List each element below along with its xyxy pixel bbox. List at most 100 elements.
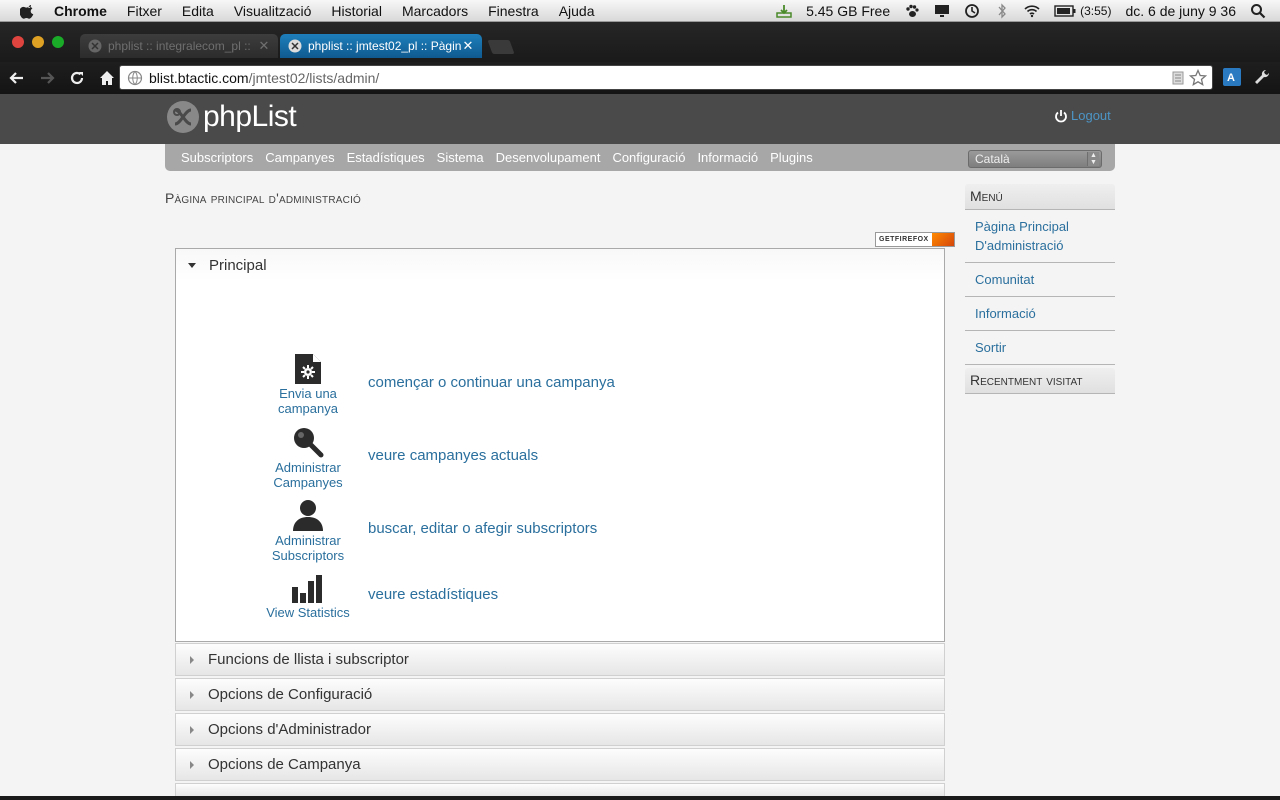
caret-right-icon — [190, 655, 194, 664]
view-statistics-icon-link[interactable]: View Statistics — [258, 575, 358, 620]
system-menubar: Chrome Fitxer Edita Visualització Histor… — [0, 0, 1280, 22]
action-link[interactable]: veure campanyes actuals — [368, 447, 538, 464]
document-gear-icon — [295, 354, 321, 384]
app-menu-chrome[interactable]: Chrome — [54, 3, 107, 19]
nav-informacio[interactable]: Informació — [697, 150, 758, 165]
tab-integralecom[interactable]: phplist :: integralecom_pl :: ✕ — [80, 34, 278, 58]
translate-extension-icon[interactable]: A — [1222, 67, 1242, 87]
sidebar-item-admin-home[interactable]: Pàgina Principal D'administració — [965, 210, 1115, 263]
panel-title: Principal — [209, 256, 267, 274]
panel-partial-next[interactable] — [175, 783, 945, 797]
logout-label: Logout — [1071, 108, 1111, 123]
menu-fitxer[interactable]: Fitxer — [127, 3, 162, 19]
nav-sistema[interactable]: Sistema — [437, 150, 484, 165]
panel-principal-header[interactable]: Principal — [176, 249, 944, 281]
time-machine-icon[interactable] — [964, 3, 980, 19]
phplist-logo[interactable]: phpList — [166, 100, 297, 134]
wrench-menu-icon[interactable] — [1253, 68, 1271, 86]
sidebar-recent: Recentment visitat — [965, 368, 1115, 394]
action-icon-label: Envia una campanya — [278, 386, 338, 416]
bluetooth-icon[interactable] — [994, 3, 1010, 19]
panel-list-subscriber-functions[interactable]: Funcions de llista i subscriptor — [175, 643, 945, 676]
bookmark-star-icon[interactable] — [1189, 69, 1207, 87]
nav-desenvolupament[interactable]: Desenvolupament — [496, 150, 601, 165]
url-host: blist.btactic.com — [149, 69, 249, 86]
tab-strip: phplist :: integralecom_pl :: ✕ phplist … — [0, 22, 1280, 62]
caret-right-icon — [190, 725, 194, 734]
panel-administrator-options[interactable]: Opcions d'Administrador — [175, 713, 945, 746]
apple-menu-icon[interactable] — [20, 3, 36, 19]
phplist-logo-icon — [167, 101, 199, 133]
action-link[interactable]: començar o continuar una campanya — [368, 374, 615, 391]
menu-ajuda[interactable]: Ajuda — [559, 3, 595, 19]
panel-title: Opcions d'Administrador — [208, 721, 371, 738]
power-icon — [1055, 109, 1067, 122]
action-link[interactable]: veure estadístiques — [368, 586, 498, 603]
logo-text: phpList — [203, 100, 297, 133]
tab-close-icon[interactable]: ✕ — [462, 38, 474, 54]
panel-principal: Principal Envia una campanya començar o … — [175, 248, 945, 642]
nav-subscriptors[interactable]: Subscriptors — [181, 150, 253, 165]
menu-visualitzacio[interactable]: Visualització — [234, 3, 312, 19]
site-header: phpList Logout — [0, 94, 1280, 144]
spotlight-search-icon[interactable] — [1250, 3, 1266, 19]
window-zoom-button[interactable] — [52, 36, 64, 48]
sidebar-menu: Menú Pàgina Principal D'administració Co… — [965, 184, 1115, 365]
window-close-button[interactable] — [12, 36, 24, 48]
nav-campanyes[interactable]: Campanyes — [265, 150, 334, 165]
new-tab-button[interactable] — [487, 40, 515, 54]
menu-marcadors[interactable]: Marcadors — [402, 3, 468, 19]
language-select[interactable]: Català ▲ ▼ — [968, 150, 1102, 168]
send-campaign-icon-link[interactable]: Envia una campanya — [258, 354, 358, 416]
display-icon[interactable] — [934, 3, 950, 19]
battery-time: (3:55) — [1080, 4, 1112, 18]
wifi-icon[interactable] — [1024, 3, 1040, 19]
user-icon — [293, 500, 323, 531]
phplist-favicon-icon — [88, 39, 102, 53]
menu-historial[interactable]: Historial — [331, 3, 382, 19]
sidebar-item-information[interactable]: Informació — [965, 297, 1115, 331]
getfirefox-text: GETFIREFOX — [879, 236, 929, 243]
caret-right-icon — [190, 690, 194, 699]
panel-configuration-options[interactable]: Opcions de Configuració — [175, 678, 945, 711]
sidebar-item-community[interactable]: Comunitat — [965, 263, 1115, 297]
paw-icon[interactable] — [904, 3, 920, 19]
address-bar[interactable]: blist.btactic.com/jmtest02/lists/admin/ — [119, 65, 1213, 90]
page-info-icon[interactable] — [127, 70, 143, 86]
sidebar-item-logout[interactable]: Sortir — [965, 331, 1115, 365]
nav-plugins[interactable]: Plugins — [770, 150, 813, 165]
nav-estadistiques[interactable]: Estadístiques — [347, 150, 425, 165]
home-icon — [100, 71, 114, 85]
disk-free-status[interactable]: 5.45 GB Free — [806, 3, 890, 19]
back-button[interactable] — [4, 65, 30, 91]
forward-button[interactable] — [34, 65, 60, 91]
clock[interactable]: dc. 6 de juny 9 36 — [1125, 3, 1236, 19]
battery-icon[interactable] — [1054, 5, 1076, 17]
panel-campaign-options[interactable]: Opcions de Campanya — [175, 748, 945, 781]
page-action-icon[interactable] — [1172, 71, 1184, 85]
action-icon-label: Administrar Subscriptors — [271, 533, 345, 563]
getfirefox-badge[interactable]: GETFIREFOX — [875, 232, 955, 247]
reload-button[interactable] — [64, 65, 90, 91]
manage-campaigns-icon-link[interactable]: Administrar Campanyes — [258, 426, 358, 490]
menu-finestra[interactable]: Finestra — [488, 3, 539, 19]
sidebar-recent-title: Recentment visitat — [965, 368, 1115, 394]
browser-toolbar: blist.btactic.com/jmtest02/lists/admin/ … — [0, 62, 1280, 94]
download-tray-icon[interactable] — [776, 3, 792, 19]
nav-configuracio[interactable]: Configuració — [612, 150, 685, 165]
tab-jmtest02[interactable]: phplist :: jmtest02_pl :: Pàgina ✕ — [280, 34, 482, 58]
svg-text:A: A — [1227, 72, 1235, 84]
window-minimize-button[interactable] — [32, 36, 44, 48]
tab-title: phplist :: integralecom_pl :: — [108, 39, 251, 53]
logout-link[interactable]: Logout — [1054, 108, 1111, 123]
reload-icon — [70, 71, 84, 85]
menu-edita[interactable]: Edita — [182, 3, 214, 19]
forward-arrow-icon — [41, 72, 55, 84]
magnifier-icon — [294, 428, 324, 458]
home-button[interactable] — [94, 65, 120, 91]
manage-subscribers-icon-link[interactable]: Administrar Subscriptors — [258, 499, 358, 563]
tab-close-icon[interactable]: ✕ — [258, 38, 270, 54]
action-link[interactable]: buscar, editar o afegir subscriptors — [368, 520, 597, 537]
page-title: Pàgina principal d'administració — [165, 190, 362, 206]
window-bottom-edge — [0, 796, 1280, 800]
